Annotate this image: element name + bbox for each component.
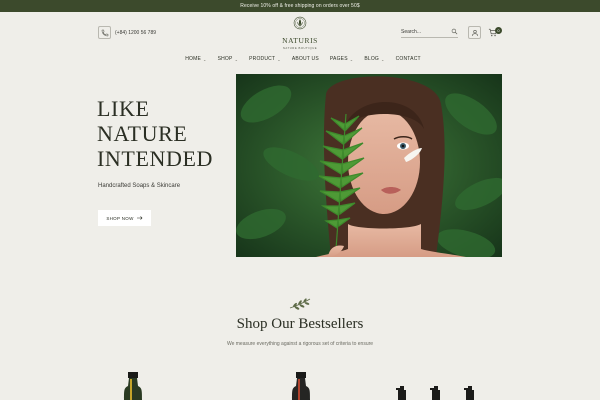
hero-image: [236, 74, 502, 257]
nav-label: PAGES: [329, 56, 348, 62]
nav-label: CONTACT: [395, 56, 421, 62]
bestsellers-subtitle: We measure everything against a rigorous…: [226, 341, 374, 347]
shop-now-label: SHOP NOW: [106, 215, 134, 221]
nav-item-about[interactable]: ABOUT US: [292, 56, 319, 62]
hero-title-line: LIKE: [97, 96, 150, 121]
nav-item-blog[interactable]: BLOG ⌄: [364, 56, 384, 62]
chevron-down-icon: ⌄: [234, 56, 239, 62]
search-placeholder: Search...: [401, 29, 422, 35]
chevron-down-icon: ⌄: [203, 56, 207, 62]
promo-text: Receive 10% off & free shipping on order…: [240, 3, 360, 9]
nav-label: SHOP: [217, 56, 233, 62]
chevron-down-icon: ⌄: [349, 56, 354, 62]
phone-icon: [98, 26, 111, 39]
promo-bar: Receive 10% off & free shipping on order…: [0, 0, 600, 12]
logo-tagline: NATURE BOUTIQUE: [282, 46, 318, 50]
product-bottle-image[interactable]: [288, 372, 314, 400]
hero-title-line: INTENDED: [97, 146, 213, 171]
nav-label: ABOUT US: [291, 56, 319, 62]
hero-title: LIKE NATURE INTENDED: [97, 96, 213, 171]
cart-count-badge: 0: [495, 27, 502, 34]
nav-item-pages[interactable]: PAGES ⌄: [330, 56, 353, 62]
product-bottle-image[interactable]: [120, 372, 146, 400]
phone-number: (+84) 1200 56 789: [115, 29, 157, 36]
nav-item-contact[interactable]: CONTACT: [396, 56, 421, 62]
search-input[interactable]: Search...: [401, 27, 458, 38]
phone-contact[interactable]: (+84) 1200 56 789: [98, 26, 156, 39]
nav-item-home[interactable]: HOME ⌄: [185, 56, 206, 62]
bestsellers-title: Shop Our Bestsellers: [236, 316, 364, 332]
user-icon: [471, 29, 478, 36]
nav-label: HOME: [185, 56, 202, 62]
hero-subtitle: Handcrafted Soaps & Skincare: [98, 183, 181, 189]
nav-label: BLOG: [364, 56, 380, 62]
chevron-down-icon: ⌄: [381, 56, 385, 62]
main-nav: HOME ⌄ SHOP ⌄ PRODUCT ⌄ ABOUT US PAGES ⌄ BLO…: [0, 56, 600, 62]
arrow-right-icon: [136, 216, 143, 220]
logo-emblem-icon: [293, 16, 307, 30]
nav-label: PRODUCT: [249, 56, 276, 62]
shop-now-button[interactable]: SHOP NOW: [98, 210, 151, 226]
leaf-sprig-icon: [289, 298, 311, 310]
hero-title-line: NATURE: [97, 121, 188, 146]
logo-wordmark: NATURIS: [282, 36, 318, 45]
search-icon[interactable]: [451, 28, 458, 35]
brand-logo[interactable]: NATURIS NATURE BOUTIQUE: [280, 16, 320, 50]
nav-item-product[interactable]: PRODUCT ⌄: [249, 56, 281, 62]
product-pumps-image[interactable]: [392, 386, 482, 400]
account-button[interactable]: [468, 26, 481, 39]
chevron-down-icon: ⌄: [277, 56, 281, 62]
nav-item-shop[interactable]: SHOP ⌄: [218, 56, 239, 62]
